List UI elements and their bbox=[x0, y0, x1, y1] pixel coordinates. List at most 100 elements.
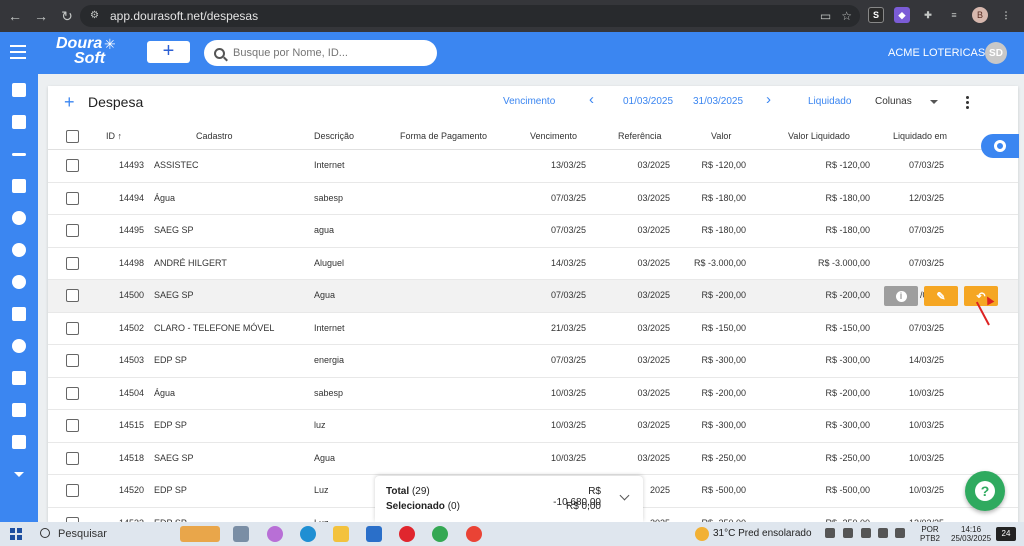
columns-select[interactable]: Colunas bbox=[875, 96, 912, 107]
row-checkbox[interactable] bbox=[66, 451, 79, 465]
col-cadastro[interactable]: Cadastro bbox=[196, 131, 233, 141]
opera-icon[interactable] bbox=[399, 526, 415, 542]
money-icon[interactable] bbox=[0, 202, 38, 234]
add-person-icon[interactable] bbox=[0, 234, 38, 266]
quick-add-button[interactable]: + bbox=[147, 41, 190, 63]
col-forma-pagamento[interactable]: Forma de Pagamento bbox=[400, 131, 487, 141]
chevron-down-icon[interactable] bbox=[619, 490, 630, 501]
edge-icon[interactable] bbox=[300, 526, 316, 542]
extension-purple-icon[interactable]: ◆ bbox=[894, 7, 910, 23]
search-box[interactable] bbox=[204, 40, 437, 66]
archive-icon[interactable] bbox=[0, 298, 38, 330]
expand-down-icon[interactable] bbox=[0, 458, 38, 490]
clock[interactable]: 14:16 25/03/2025 bbox=[951, 525, 991, 543]
dashboard-icon[interactable] bbox=[0, 74, 38, 106]
table-row[interactable]: 14503 EDP SP energia 07/03/25 03/2025 R$ -300… bbox=[48, 345, 1018, 378]
calendar-icon[interactable] bbox=[0, 362, 38, 394]
next-period-button[interactable]: › bbox=[766, 91, 771, 108]
extensions-puzzle-icon[interactable]: ✚ bbox=[920, 7, 936, 23]
tray-app-icon[interactable] bbox=[843, 528, 853, 538]
user-avatar[interactable]: SD bbox=[985, 42, 1007, 64]
mail-icon[interactable] bbox=[366, 526, 382, 542]
date-to[interactable]: 31/03/2025 bbox=[693, 96, 743, 107]
file-explorer-icon[interactable] bbox=[333, 526, 349, 542]
logo[interactable]: Doura Soft bbox=[56, 36, 105, 67]
table-row[interactable]: 14498 ANDRÉ HILGERT Aluguel 14/03/25 03/2025… bbox=[48, 248, 1018, 280]
search-input[interactable] bbox=[233, 47, 423, 59]
col-valor[interactable]: Valor bbox=[711, 131, 731, 141]
reload-icon[interactable]: ↻ bbox=[56, 5, 78, 27]
task-view-icon[interactable] bbox=[233, 526, 249, 542]
site-info-icon[interactable]: ⚙ bbox=[90, 10, 102, 22]
weather-icon[interactable] bbox=[695, 527, 709, 541]
table-row[interactable]: 14494 Água sabesp 07/03/25 03/2025 R$ -180,00… bbox=[48, 183, 1018, 215]
col-vencimento[interactable]: Vencimento bbox=[530, 131, 577, 141]
col-descricao[interactable]: Descrição bbox=[314, 131, 354, 141]
add-expense-button[interactable]: + bbox=[64, 92, 75, 113]
table-row[interactable]: 14495 SAEG SP agua 07/03/25 03/2025 R$ -180,0… bbox=[48, 215, 1018, 248]
edit-button[interactable]: ✎ bbox=[924, 286, 958, 306]
table-row[interactable]: 14515 EDP SP luz 10/03/25 03/2025 R$ -300,00 R… bbox=[48, 410, 1018, 443]
wallet-icon[interactable] bbox=[0, 426, 38, 458]
list-icon[interactable] bbox=[0, 170, 38, 202]
microphone-icon[interactable] bbox=[861, 528, 871, 538]
prev-period-button[interactable]: ‹ bbox=[589, 91, 594, 108]
language-indicator[interactable]: POR PTB2 bbox=[920, 525, 940, 543]
weather-text[interactable]: 31°C Pred ensolarado bbox=[713, 528, 812, 539]
date-field-select[interactable]: Vencimento bbox=[503, 96, 555, 107]
network-icon[interactable] bbox=[878, 528, 888, 538]
profile-avatar-icon[interactable]: B bbox=[972, 7, 988, 23]
row-checkbox[interactable] bbox=[66, 289, 79, 302]
more-options-icon[interactable] bbox=[966, 96, 969, 111]
browser-menu-icon[interactable]: ⋮ bbox=[998, 7, 1014, 23]
settings-button[interactable] bbox=[981, 134, 1019, 158]
row-checkbox[interactable] bbox=[66, 256, 79, 270]
volume-icon[interactable] bbox=[895, 528, 905, 538]
tray-chevron-icon[interactable] bbox=[825, 528, 835, 538]
company-name[interactable]: ACME LOTERICAS bbox=[888, 47, 985, 59]
back-icon[interactable]: ← bbox=[4, 5, 26, 27]
menu-icon[interactable] bbox=[10, 45, 26, 63]
whatsapp-icon[interactable] bbox=[0, 330, 38, 362]
map-icon[interactable] bbox=[0, 394, 38, 426]
taskbar-search-icon[interactable] bbox=[40, 528, 50, 538]
row-checkbox[interactable] bbox=[66, 354, 79, 367]
col-referencia[interactable]: Referência bbox=[618, 131, 662, 141]
columns-dropdown-icon[interactable] bbox=[930, 100, 938, 104]
copilot-icon[interactable] bbox=[267, 526, 283, 542]
taskbar-search-label[interactable]: Pesquisar bbox=[58, 528, 107, 540]
chrome-profile-icon[interactable] bbox=[466, 526, 482, 542]
col-valor-liquidado[interactable]: Valor Liquidado bbox=[788, 131, 850, 141]
widgets-icon[interactable] bbox=[180, 526, 220, 542]
col-liquidado-em[interactable]: Liquidado em bbox=[893, 131, 947, 141]
row-checkbox[interactable] bbox=[66, 191, 79, 205]
table-row[interactable]: 14502 CLARO - TELEFONE MÓVEL Internet 21/03… bbox=[48, 313, 1018, 345]
forward-icon[interactable]: → bbox=[30, 5, 52, 27]
table-row[interactable]: 14518 SAEG SP Agua 10/03/25 03/2025 R$ -250,0… bbox=[48, 443, 1018, 475]
table-row[interactable]: 14504 Água sabesp 10/03/25 03/2025 R$ -200,00… bbox=[48, 378, 1018, 410]
bookmark-star-icon[interactable]: ☆ bbox=[841, 9, 852, 23]
help-button[interactable]: ? bbox=[965, 471, 1005, 511]
select-all-checkbox[interactable] bbox=[66, 130, 79, 143]
row-checkbox[interactable] bbox=[66, 484, 79, 497]
date-from[interactable]: 01/03/2025 bbox=[623, 96, 673, 107]
trending-icon[interactable] bbox=[0, 138, 38, 170]
row-checkbox[interactable] bbox=[66, 159, 79, 172]
status-filter[interactable]: Liquidado bbox=[808, 96, 851, 107]
table-row[interactable]: 14500 SAEG SP Agua 07/03/25 03/2025 R$ -200,0… bbox=[48, 280, 1018, 313]
info-button[interactable]: i bbox=[884, 286, 918, 306]
row-checkbox[interactable] bbox=[66, 419, 79, 432]
account-icon[interactable] bbox=[0, 266, 38, 298]
row-checkbox[interactable] bbox=[66, 224, 79, 237]
chrome-icon[interactable] bbox=[432, 526, 448, 542]
reverse-settlement-button[interactable]: ↶ bbox=[964, 286, 998, 306]
col-id[interactable]: ID ↑ bbox=[106, 131, 122, 141]
reports-icon[interactable] bbox=[0, 106, 38, 138]
extension-s-icon[interactable]: S bbox=[868, 7, 884, 23]
reading-list-icon[interactable]: ≡ bbox=[946, 7, 962, 23]
notification-badge[interactable]: 24 bbox=[996, 527, 1016, 541]
windows-start-icon[interactable] bbox=[10, 528, 22, 540]
address-bar[interactable]: ⚙ app.dourasoft.net/despesas ▭ ☆ bbox=[80, 5, 860, 27]
table-row[interactable]: 14493 ASSISTEC Internet 13/03/25 03/2025 R$ -… bbox=[48, 150, 1018, 183]
row-checkbox[interactable] bbox=[66, 386, 79, 400]
